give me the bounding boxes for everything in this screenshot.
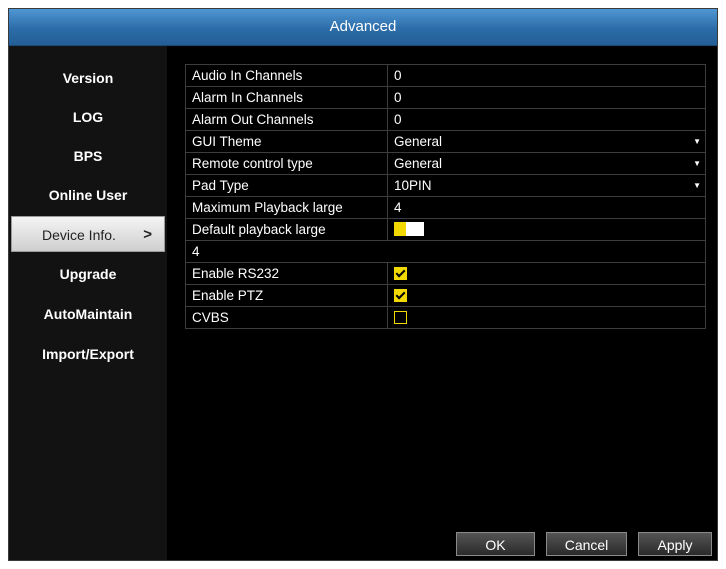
alarm-out-channels-label: Alarm Out Channels bbox=[185, 108, 388, 131]
table-row: Pad Type 10PIN ▼ bbox=[185, 174, 706, 197]
sidebar-item-automaintain[interactable]: AutoMaintain bbox=[9, 296, 167, 332]
gui-theme-value: General bbox=[394, 134, 443, 149]
triangle-down-icon: ▼ bbox=[693, 137, 701, 146]
apply-button[interactable]: Apply bbox=[638, 532, 712, 556]
table-row: Alarm Out Channels 0 bbox=[185, 108, 706, 131]
pad-type-select[interactable]: 10PIN ▼ bbox=[387, 174, 706, 197]
table-row: 4 bbox=[185, 240, 706, 263]
triangle-down-icon: ▼ bbox=[693, 181, 701, 190]
chevron-right-icon: > bbox=[143, 226, 152, 243]
sidebar-item-upgrade[interactable]: Upgrade bbox=[9, 256, 167, 292]
remote-control-type-select[interactable]: General ▼ bbox=[387, 152, 706, 175]
remote-control-type-value: General bbox=[394, 156, 443, 171]
sidebar-item-online-user[interactable]: Online User bbox=[9, 177, 167, 213]
remote-control-type-label: Remote control type bbox=[185, 152, 388, 175]
table-row: Default playback large bbox=[185, 218, 706, 241]
sidebar-item-device-info[interactable]: Device Info. > bbox=[11, 216, 165, 252]
cvbs-label: CVBS bbox=[185, 306, 388, 329]
cvbs-cell bbox=[387, 306, 706, 329]
gui-theme-select[interactable]: General ▼ bbox=[387, 130, 706, 153]
cancel-button[interactable]: Cancel bbox=[546, 532, 627, 556]
table-row: Remote control type General ▼ bbox=[185, 152, 706, 175]
pad-type-value: 10PIN bbox=[394, 178, 432, 193]
gui-theme-label: GUI Theme bbox=[185, 130, 388, 153]
sidebar: Version LOG BPS Online User Device Info.… bbox=[9, 46, 167, 560]
default-playback-large-cell bbox=[387, 218, 706, 241]
triangle-down-icon: ▼ bbox=[693, 159, 701, 168]
enable-rs232-cell bbox=[387, 262, 706, 285]
max-playback-large-label: Maximum Playback large bbox=[185, 196, 388, 219]
sidebar-item-version[interactable]: Version bbox=[9, 60, 167, 96]
slider-fill bbox=[394, 222, 406, 237]
pad-type-label: Pad Type bbox=[185, 174, 388, 197]
enable-ptz-cell bbox=[387, 284, 706, 307]
audio-in-channels-label: Audio In Channels bbox=[185, 64, 388, 87]
sidebar-item-import-export[interactable]: Import/Export bbox=[9, 336, 167, 372]
max-playback-large-value: 4 bbox=[387, 196, 706, 219]
table-row: Enable PTZ bbox=[185, 284, 706, 307]
advanced-window: Advanced Version LOG BPS Online User Dev… bbox=[8, 8, 718, 561]
enable-rs232-label: Enable RS232 bbox=[185, 262, 388, 285]
ok-button[interactable]: OK bbox=[456, 532, 535, 556]
alarm-out-channels-value: 0 bbox=[387, 108, 706, 131]
alarm-in-channels-label: Alarm In Channels bbox=[185, 86, 388, 109]
enable-rs232-checkbox[interactable] bbox=[394, 266, 407, 280]
table-row: Enable RS232 bbox=[185, 262, 706, 285]
table-row: Alarm In Channels 0 bbox=[185, 86, 706, 109]
table-row: Audio In Channels 0 bbox=[185, 64, 706, 87]
alarm-in-channels-value: 0 bbox=[387, 86, 706, 109]
default-playback-large-label: Default playback large bbox=[185, 218, 388, 241]
sidebar-item-bps[interactable]: BPS bbox=[9, 138, 167, 174]
enable-ptz-label: Enable PTZ bbox=[185, 284, 388, 307]
cvbs-checkbox[interactable] bbox=[394, 310, 407, 324]
sidebar-item-log[interactable]: LOG bbox=[9, 99, 167, 135]
content-panel: Audio In Channels 0 Alarm In Channels 0 … bbox=[167, 46, 717, 560]
enable-ptz-checkbox[interactable] bbox=[394, 288, 407, 302]
window-title: Advanced bbox=[329, 18, 397, 35]
title-bar: Advanced bbox=[9, 9, 717, 46]
default-playback-large-slider[interactable] bbox=[394, 222, 424, 237]
table-row: GUI Theme General ▼ bbox=[185, 130, 706, 153]
sidebar-item-label: Device Info. bbox=[42, 227, 116, 243]
audio-in-channels-value: 0 bbox=[387, 64, 706, 87]
table-row: Maximum Playback large 4 bbox=[185, 196, 706, 219]
table-row: CVBS bbox=[185, 306, 706, 329]
device-info-table: Audio In Channels 0 Alarm In Channels 0 … bbox=[185, 64, 706, 329]
default-playback-large-value: 4 bbox=[185, 240, 706, 263]
